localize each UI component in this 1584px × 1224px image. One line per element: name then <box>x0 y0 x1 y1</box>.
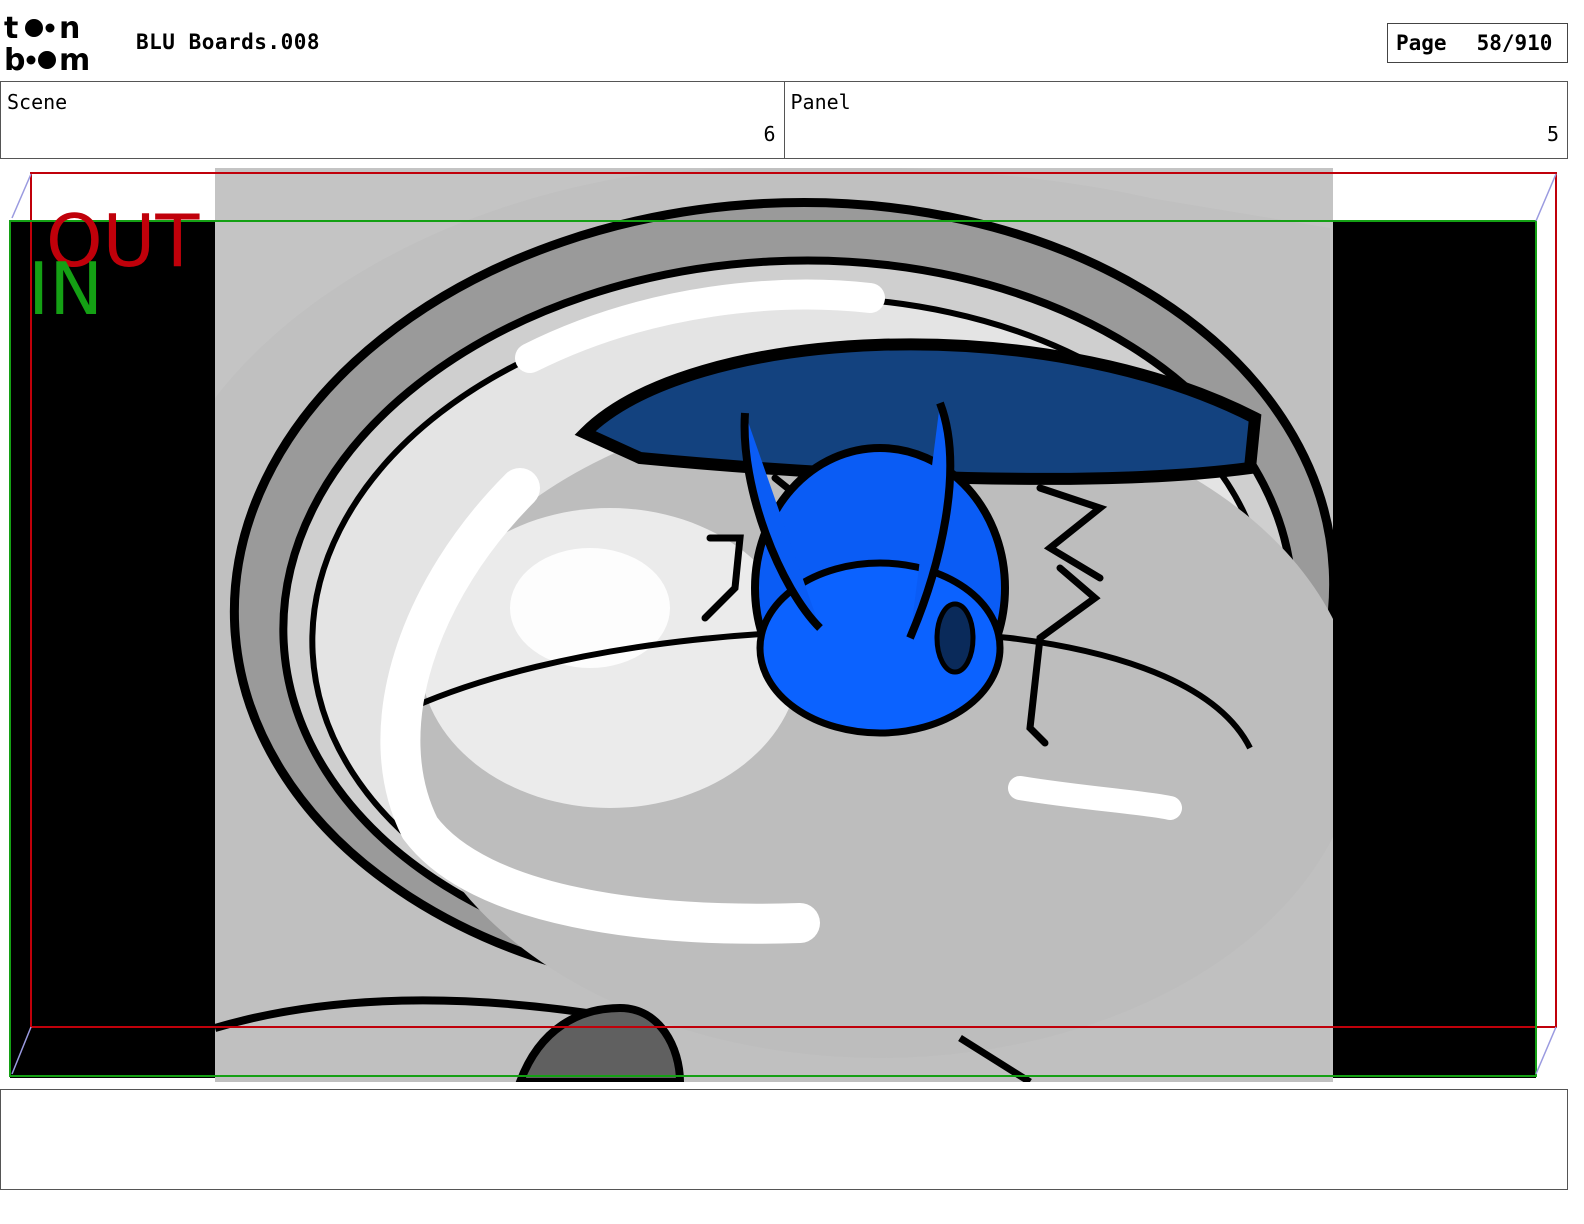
svg-text:b: b <box>4 43 25 74</box>
svg-text:m: m <box>59 43 90 74</box>
scene-label: Scene <box>7 90 68 114</box>
svg-text:t: t <box>4 12 18 46</box>
in-frame-label: IN <box>28 247 103 331</box>
svg-text:n: n <box>59 12 80 46</box>
scene-panel-row: Scene 6 Panel 5 <box>0 81 1568 159</box>
panel-value: 5 <box>1546 122 1559 146</box>
page-label: Page <box>1396 31 1447 55</box>
notes-box <box>0 1089 1568 1190</box>
page-number: 58/910 <box>1476 31 1553 55</box>
page-indicator: Page 58/910 <box>1387 23 1568 63</box>
panel-cell: Panel 5 <box>783 82 1568 158</box>
storyboard-panel-image: OUT IN <box>0 168 1568 1082</box>
toon-boom-logo: t n b m <box>4 11 116 78</box>
scene-value: 6 <box>763 122 776 146</box>
panel-label: Panel <box>790 90 851 114</box>
document-title: BLU Boards.008 <box>136 30 321 54</box>
scene-cell: Scene 6 <box>1 82 784 158</box>
